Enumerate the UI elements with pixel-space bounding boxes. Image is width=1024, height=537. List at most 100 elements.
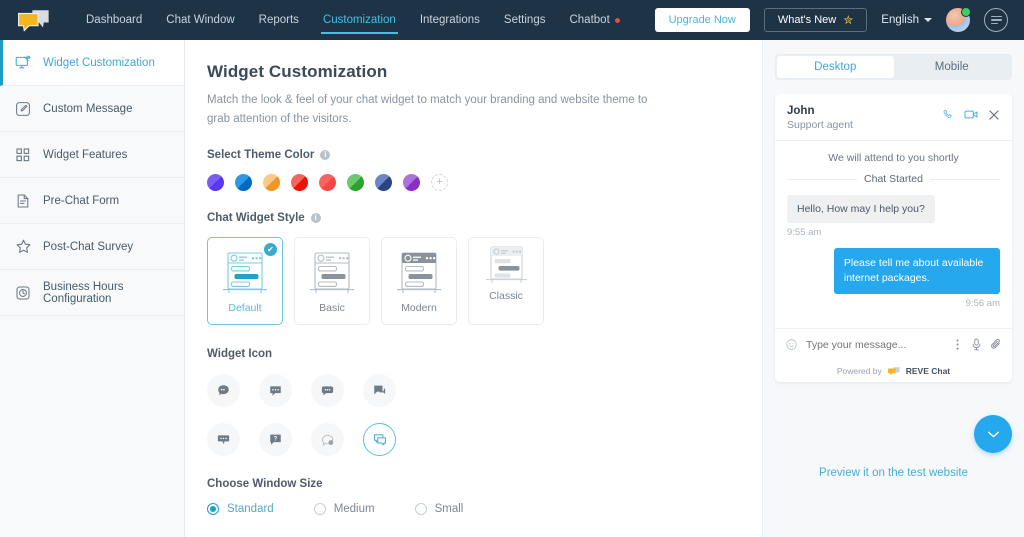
preview-test-website-link[interactable]: Preview it on the test website	[763, 467, 1024, 479]
radio-label: Standard	[227, 503, 274, 516]
sidebar-item-custom-message[interactable]: Custom Message	[0, 86, 184, 132]
info-icon[interactable]: i	[310, 213, 321, 224]
chat-launcher-collapse-button[interactable]	[974, 415, 1012, 453]
choose-window-size-label: Choose Window Size	[207, 478, 734, 490]
nav-link-reports[interactable]: Reports	[247, 0, 311, 40]
chat-message-input[interactable]	[806, 338, 944, 351]
message-timestamp: 9:56 am	[965, 298, 1000, 310]
message-timestamp: 9:55 am	[787, 227, 822, 238]
nav-link-dashboard[interactable]: Dashboard	[74, 0, 154, 40]
widget-icon-chat-bubble-round[interactable]	[207, 374, 240, 408]
widget-icon-chat-bubble-tag[interactable]	[207, 423, 240, 457]
widget-style-card-basic[interactable]: Basic	[294, 237, 370, 326]
microphone-icon[interactable]	[971, 338, 982, 351]
phone-icon[interactable]	[942, 108, 955, 121]
sidebar-item-business-hours-configuration[interactable]: Business Hours Configuration	[0, 270, 184, 316]
radio-window-size-standard[interactable]: Standard	[207, 503, 274, 516]
sidebar-item-pre-chat-form[interactable]: Pre-Chat Form	[0, 178, 184, 224]
page-body: Widget Customization Custom Message Widg…	[0, 40, 1024, 537]
whats-new-button[interactable]: What's New ✮	[763, 8, 868, 32]
chat-widget-preview: John Support agent We will attend to you…	[775, 94, 1012, 382]
page-title: Widget Customization	[207, 62, 388, 81]
more-options-icon[interactable]	[952, 338, 963, 351]
message-incoming: Hello, How may I help you? 9:55 am	[787, 195, 1000, 238]
widget-style-card-classic[interactable]: Classic	[468, 237, 544, 326]
powered-by-label: Powered by	[836, 366, 882, 376]
nav-label: Customization	[322, 14, 396, 26]
chat-notice: We will attend to you shortly	[828, 152, 959, 164]
theme-swatch-violet[interactable]	[403, 174, 420, 192]
theme-swatch-coral[interactable]	[319, 174, 336, 192]
widget-style-label: Modern	[401, 302, 437, 315]
radio-label: Medium	[333, 503, 375, 516]
nav-link-chatbot[interactable]: Chatbot	[557, 0, 631, 40]
nav-label: Chatbot	[569, 14, 610, 26]
nav-link-chat-window[interactable]: Chat Window	[154, 0, 246, 40]
nav-link-integrations[interactable]: Integrations	[408, 0, 492, 40]
widget-style-thumb-basic	[310, 252, 354, 294]
tab-desktop[interactable]: Desktop	[777, 56, 894, 78]
sidebar-item-widget-features[interactable]: Widget Features	[0, 132, 184, 178]
theme-swatch-green[interactable]	[347, 174, 364, 192]
sidebar-item-label: Business Hours Configuration	[43, 280, 124, 305]
radio-window-size-medium[interactable]: Medium	[313, 503, 375, 516]
whats-new-label: What's New	[777, 14, 837, 26]
sidebar-item-label: Widget Features	[43, 148, 128, 161]
emoji-icon[interactable]	[785, 338, 798, 351]
upgrade-now-button[interactable]: Upgrade Now	[654, 8, 750, 32]
info-icon[interactable]: i	[320, 150, 331, 161]
sidebar-item-post-chat-survey[interactable]: Post-Chat Survey	[0, 224, 184, 270]
widget-icon-options: ?	[207, 374, 422, 457]
widget-style-thumb-modern	[397, 252, 441, 294]
widget-icon-chat-bubble-question[interactable]: ?	[259, 423, 292, 457]
chat-bubble-tag-icon	[217, 435, 230, 445]
nav-label: Chat Window	[166, 14, 235, 26]
sidebar-item-widget-customization[interactable]: Widget Customization	[0, 40, 184, 86]
widget-style-options: ✔ Default Basic Modern Classic	[207, 237, 734, 326]
theme-swatch-orange[interactable]	[263, 174, 280, 192]
widget-icon-chat-bubble-square[interactable]	[259, 374, 292, 408]
theme-swatch-red[interactable]	[291, 174, 308, 192]
message-bubble-out: Please tell me about available internet …	[833, 248, 1000, 295]
close-icon[interactable]	[988, 109, 1000, 121]
theme-swatch-blue[interactable]	[235, 174, 252, 192]
widget-icon-chat-bubble-outline[interactable]	[311, 423, 344, 457]
widget-style-label: Default	[228, 302, 262, 315]
chat-bubble-outline-icon	[321, 434, 333, 446]
radio-dot	[414, 503, 427, 516]
radio-dot	[207, 503, 219, 516]
chat-widget-style-label: Chat Widget Style i	[207, 212, 734, 224]
brand-name: REVE Chat	[905, 366, 951, 376]
theme-swatch-navy[interactable]	[375, 174, 392, 192]
attachment-icon[interactable]	[990, 338, 1002, 351]
radio-window-size-small[interactable]: Small	[414, 503, 464, 516]
widget-style-card-modern[interactable]: Modern	[381, 237, 457, 326]
nav-label: Dashboard	[86, 14, 143, 26]
language-selector[interactable]: English	[881, 14, 932, 26]
theme-swatch-purple[interactable]	[207, 174, 224, 192]
preview-device-tabs: Desktop Mobile	[775, 54, 1012, 80]
radio-label: Small	[434, 503, 464, 516]
nav-link-settings[interactable]: Settings	[492, 0, 558, 40]
nav-link-customization[interactable]: Customization	[311, 0, 408, 40]
hamburger-menu-icon[interactable]	[984, 8, 1008, 32]
chevron-down-icon	[924, 18, 932, 22]
widget-customization-icon	[14, 54, 32, 72]
reve-chat-logo[interactable]	[16, 7, 52, 33]
chat-started-divider: Chat Started	[787, 173, 1000, 185]
video-icon[interactable]	[964, 108, 979, 121]
add-theme-color-button[interactable]: +	[431, 174, 448, 192]
widget-icon-chat-bubble-corner[interactable]	[363, 374, 396, 408]
widget-icon-chat-bubble-stacked[interactable]	[363, 423, 396, 457]
chat-message-list: We will attend to you shortly Chat Start…	[775, 141, 1012, 328]
tab-mobile[interactable]: Mobile	[894, 56, 1011, 78]
nav-label: Reports	[258, 14, 299, 26]
select-theme-color-label: Select Theme Color i	[207, 149, 734, 161]
widget-icon-chat-bubble-rounded[interactable]	[311, 374, 344, 408]
chat-bubble-stacked-icon	[373, 433, 386, 446]
chevron-down-icon	[987, 431, 999, 437]
widget-style-card-default[interactable]: ✔ Default	[207, 237, 283, 326]
radio-dot	[313, 503, 326, 516]
avatar[interactable]	[946, 7, 971, 32]
section-label-text: Choose Window Size	[207, 478, 323, 491]
